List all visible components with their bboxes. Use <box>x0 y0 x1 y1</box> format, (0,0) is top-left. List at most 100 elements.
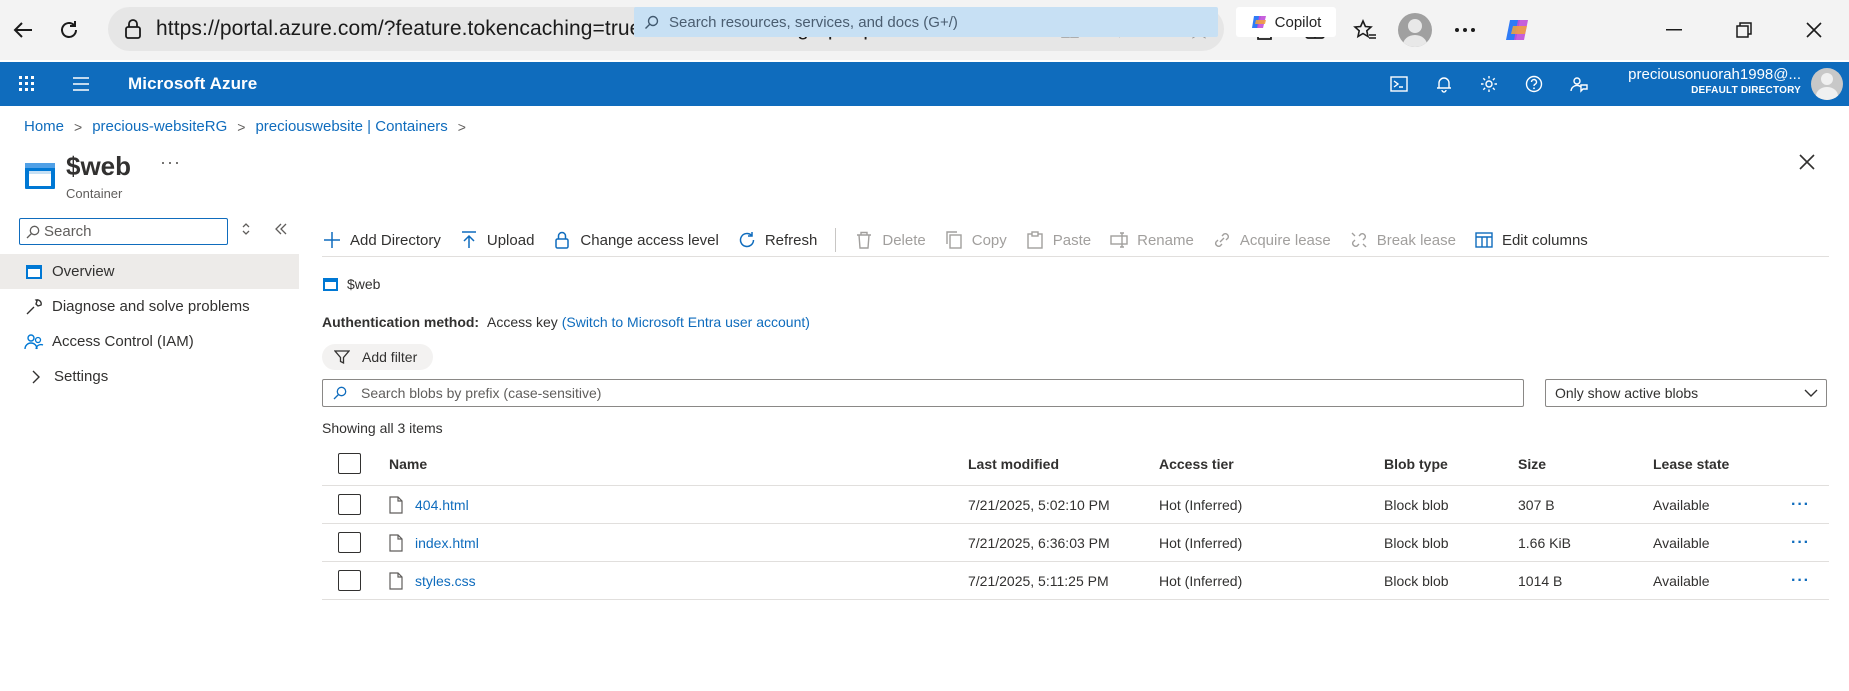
acquire-lease-button[interactable]: Acquire lease <box>1212 230 1331 250</box>
menu-search-input[interactable]: Search <box>19 218 228 245</box>
copilot-browser-icon[interactable] <box>1490 0 1546 60</box>
breadcrumb-containers[interactable]: preciouswebsite | Containers <box>255 118 447 135</box>
cell-size: 1.66 KiB <box>1518 534 1571 551</box>
blob-name-link[interactable]: styles.css <box>415 573 476 589</box>
refresh-browser-icon[interactable] <box>46 7 92 53</box>
edit-columns-label: Edit columns <box>1501 231 1588 249</box>
cell-size: 307 B <box>1518 496 1555 513</box>
more-menu-icon[interactable] <box>1440 0 1490 60</box>
table-row[interactable]: styles.css 7/21/2025, 5:11:25 PM Hot (In… <box>322 562 1829 600</box>
column-size[interactable]: Size <box>1518 456 1653 472</box>
restore-icon[interactable] <box>1709 0 1779 60</box>
toolbar-divider <box>835 228 837 252</box>
nav-item-settings[interactable]: Settings <box>0 359 299 394</box>
row-checkbox[interactable] <box>338 570 361 591</box>
copy-button[interactable]: Copy <box>944 230 1007 250</box>
row-checkbox[interactable] <box>338 494 361 515</box>
notifications-bell-icon[interactable] <box>1421 62 1466 106</box>
break-lease-button[interactable]: Break lease <box>1349 230 1456 250</box>
more-options-icon[interactable]: ··· <box>160 152 181 173</box>
plus-icon <box>322 230 342 250</box>
rename-button[interactable]: Rename <box>1109 230 1194 250</box>
feedback-icon[interactable] <box>1556 62 1601 106</box>
row-more-icon[interactable]: ··· <box>1791 534 1829 552</box>
profile-avatar[interactable] <box>1390 0 1440 60</box>
app-launcher-icon[interactable] <box>0 62 54 106</box>
nav-item-label: Settings <box>54 368 109 385</box>
blob-state-dropdown[interactable]: Only show active blobs <box>1545 379 1827 407</box>
rename-label: Rename <box>1137 231 1194 249</box>
change-access-level-button[interactable]: Change access level <box>552 230 719 250</box>
authentication-method: Authentication method: Access key (Switc… <box>322 314 810 330</box>
azure-brand[interactable]: Microsoft Azure <box>128 74 257 94</box>
chevron-down-icon <box>1804 386 1818 400</box>
container-icon <box>322 277 339 292</box>
add-directory-button[interactable]: Add Directory <box>322 230 441 250</box>
add-directory-label: Add Directory <box>350 231 441 249</box>
cloud-shell-icon[interactable] <box>1376 62 1421 106</box>
back-icon[interactable] <box>0 7 46 53</box>
row-more-icon[interactable]: ··· <box>1791 496 1829 514</box>
portal-menu-icon[interactable] <box>54 62 108 106</box>
blob-search-input[interactable]: Search blobs by prefix (case-sensitive) <box>322 379 1524 407</box>
nav-item-overview[interactable]: Overview <box>0 254 299 289</box>
user-avatar[interactable] <box>1811 68 1843 100</box>
paste-button[interactable]: Paste <box>1025 230 1091 250</box>
chevron-right-icon: > <box>74 118 83 135</box>
upload-label: Upload <box>486 231 535 249</box>
switch-auth-link[interactable]: (Switch to Microsoft Entra user account) <box>562 314 810 330</box>
nav-item-diagnose[interactable]: Diagnose and solve problems <box>0 289 299 324</box>
blob-table: Name Last modified Access tier Blob type… <box>322 442 1829 600</box>
file-icon <box>389 571 405 590</box>
breadcrumb-home[interactable]: Home <box>24 118 64 135</box>
lock-icon <box>124 19 142 39</box>
collapse-menu-icon[interactable] <box>274 222 288 236</box>
trash-icon <box>854 230 874 250</box>
upload-button[interactable]: Upload <box>459 230 535 250</box>
column-lease-state[interactable]: Lease state <box>1653 456 1791 472</box>
copilot-button[interactable]: Copilot <box>1236 7 1336 37</box>
search-icon <box>644 15 659 30</box>
row-more-icon[interactable]: ··· <box>1791 572 1829 590</box>
chevron-right-icon: > <box>457 118 466 135</box>
column-blob-type[interactable]: Blob type <box>1384 456 1518 472</box>
global-search-placeholder: Search resources, services, and docs (G+… <box>669 13 958 31</box>
column-last-modified[interactable]: Last modified <box>968 456 1159 472</box>
refresh-button[interactable]: Refresh <box>737 230 818 250</box>
blob-state-value: Only show active blobs <box>1555 385 1699 401</box>
row-checkbox[interactable] <box>338 532 361 553</box>
select-all-checkbox[interactable] <box>338 453 361 474</box>
nav-item-access-control[interactable]: Access Control (IAM) <box>0 324 299 359</box>
favorites-icon[interactable] <box>1340 0 1390 60</box>
column-name[interactable]: Name <box>389 456 968 472</box>
table-row[interactable]: 404.html 7/21/2025, 5:02:10 PM Hot (Infe… <box>322 486 1829 524</box>
close-window-icon[interactable] <box>1779 0 1849 60</box>
cell-access-tier: Hot (Inferred) <box>1159 572 1243 589</box>
cell-lease-state: Available <box>1653 534 1710 551</box>
nav-item-label: Access Control (IAM) <box>52 333 194 350</box>
blob-name-link[interactable]: 404.html <box>415 497 469 513</box>
people-icon <box>24 332 44 352</box>
account-menu[interactable]: preciousonuorah1998@... DEFAULT DIRECTOR… <box>1628 66 1801 96</box>
delete-button[interactable]: Delete <box>854 230 926 250</box>
broken-link-icon <box>1349 230 1369 250</box>
search-icon <box>26 225 40 239</box>
breadcrumb-resource-group[interactable]: precious-websiteRG <box>92 118 227 135</box>
help-icon[interactable] <box>1511 62 1556 106</box>
path-label[interactable]: $web <box>347 276 380 292</box>
table-row[interactable]: index.html 7/21/2025, 6:36:03 PM Hot (In… <box>322 524 1829 562</box>
edit-columns-button[interactable]: Edit columns <box>1474 230 1588 250</box>
nav-item-label: Diagnose and solve problems <box>52 298 250 315</box>
column-access-tier[interactable]: Access tier <box>1159 456 1384 472</box>
minimize-icon[interactable] <box>1639 0 1709 60</box>
global-search-input[interactable]: Search resources, services, and docs (G+… <box>634 7 1218 37</box>
settings-gear-icon[interactable] <box>1466 62 1511 106</box>
refresh-label: Refresh <box>764 231 818 249</box>
blob-name-link[interactable]: index.html <box>415 535 479 551</box>
add-filter-button[interactable]: Add filter <box>322 344 433 370</box>
refresh-icon <box>737 230 757 250</box>
acquire-lease-label: Acquire lease <box>1239 231 1331 249</box>
container-path: $web <box>322 276 380 292</box>
close-blade-icon[interactable] <box>1797 152 1821 176</box>
expand-collapse-icon[interactable] <box>240 222 252 236</box>
